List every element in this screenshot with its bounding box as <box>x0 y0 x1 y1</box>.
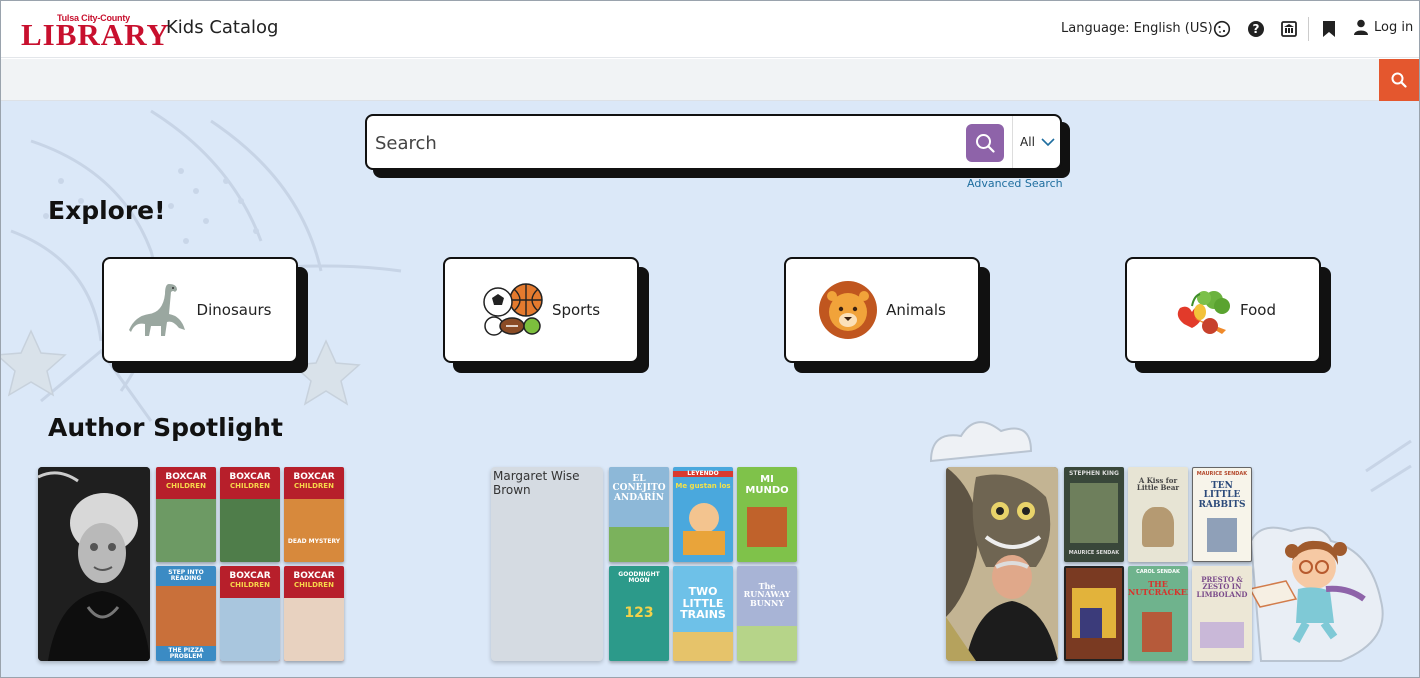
login-button[interactable]: Log in <box>1354 19 1413 35</box>
category-card-food[interactable]: Food <box>1125 257 1331 373</box>
category-card-animals[interactable]: Animals <box>784 257 990 373</box>
explore-heading: Explore! <box>48 196 166 225</box>
author-photo <box>38 467 150 661</box>
author-portrait-alt: Margaret Wise Brown <box>493 469 580 497</box>
search-scope-value: All <box>1020 135 1035 149</box>
book-cover-text: CHILDREN <box>166 482 206 490</box>
vegetables-icon <box>1177 291 1230 334</box>
book-cover-text: GOODNIGHT MOON <box>618 571 660 585</box>
author-photo <box>946 467 1058 661</box>
book-cover[interactable]: MI MUNDO <box>737 467 797 562</box>
advanced-search-link[interactable]: Advanced Search <box>967 177 1063 190</box>
book-cover-text: CHILDREN <box>294 482 334 490</box>
card-body: Animals <box>784 257 980 363</box>
app-title: Kids Catalog <box>166 17 279 38</box>
secondary-toolbar <box>1 59 1419 101</box>
library-logo[interactable]: Tulsa City-County LIBRARY <box>19 7 169 52</box>
toolbar-search-button[interactable] <box>1379 59 1419 101</box>
card-body: Dinosaurs <box>102 257 298 363</box>
book-cover-text: 123 <box>624 605 654 621</box>
card-body: Sports <box>443 257 639 363</box>
sports-balls-icon <box>483 283 543 336</box>
book-cover-text: Me gustan los <box>675 482 731 490</box>
book-cover-text: EL CONEJITO ANDARÍN <box>612 474 666 503</box>
logo-big-text: LIBRARY <box>21 17 170 52</box>
cookie-icon[interactable] <box>1212 19 1232 39</box>
header-divider <box>1308 17 1309 41</box>
login-label: Log in <box>1374 19 1414 35</box>
search-box: All <box>365 114 1062 170</box>
chevron-down-icon <box>1041 137 1055 146</box>
book-cover[interactable]: BOXCAR CHILDREN DEAD MYSTERY <box>284 467 344 562</box>
category-label: Food <box>1240 301 1276 319</box>
book-cover[interactable]: LEYENDO Me gustan los <box>673 467 733 562</box>
book-cover[interactable]: A Kiss for Little Bear <box>1128 467 1188 562</box>
search-bar: All <box>365 114 1070 178</box>
category-label: Dinosaurs <box>196 301 272 319</box>
book-cover-text: THE PIZZA PROBLEM <box>168 647 204 661</box>
book-cover-text: MI MUNDO <box>745 474 789 496</box>
author-spotlight-heading: Author Spotlight <box>48 413 283 442</box>
book-cover[interactable]: CAROL SENDAK THE NUTCRACKER <box>1128 566 1188 661</box>
svg-text:?: ? <box>1253 22 1260 36</box>
book-cover[interactable]: GOODNIGHT MOON 123 <box>609 566 669 661</box>
book-cover[interactable]: TWO LITTLE TRAINS <box>673 566 733 661</box>
book-cover-text: MAURICE SENDAK <box>1068 550 1120 556</box>
book-cover-text: PRESTO & ZESTO IN LIMBOLAND <box>1196 575 1248 599</box>
book-cover[interactable]: BOXCAR CHILDREN <box>220 467 280 562</box>
book-cover[interactable]: The RUNAWAY BUNNY <box>737 566 797 661</box>
search-button[interactable] <box>966 124 1004 162</box>
book-cover[interactable] <box>1064 566 1124 661</box>
category-card-sports[interactable]: Sports <box>443 257 649 373</box>
book-cover-text: The RUNAWAY BUNNY <box>743 581 791 608</box>
category-card-dinosaurs[interactable]: Dinosaurs <box>102 257 308 373</box>
book-cover-text: MAURICE SENDAK <box>1196 471 1248 477</box>
search-icon <box>1391 72 1407 88</box>
author-portrait[interactable] <box>946 467 1058 661</box>
book-cover-text: LEYENDO <box>673 470 733 478</box>
book-cover-text: CHILDREN <box>230 482 270 490</box>
card-body: Food <box>1125 257 1321 363</box>
book-cover[interactable]: BOXCAR CHILDREN <box>220 566 280 661</box>
book-cover[interactable]: PRESTO & ZESTO IN LIMBOLAND <box>1192 566 1252 661</box>
category-label: Animals <box>886 301 946 319</box>
book-cover[interactable]: EL CONEJITO ANDARÍN <box>609 467 669 562</box>
book-cover-text: CAROL SENDAK <box>1136 569 1180 575</box>
library-building-icon[interactable] <box>1279 19 1299 39</box>
dinosaur-icon <box>128 284 185 336</box>
author-portrait-broken[interactable]: Margaret Wise Brown <box>491 467 603 661</box>
book-cover-text: THE NUTCRACKER <box>1128 579 1188 598</box>
book-cover-text: DEAD MYSTERY <box>287 538 341 545</box>
category-label: Sports <box>551 301 601 319</box>
main-content: All Advanced Search Explore! Dinosaurs <box>1 101 1419 677</box>
author-portrait[interactable] <box>38 467 150 661</box>
help-icon[interactable]: ? <box>1246 19 1266 39</box>
book-cover-text: STEPHEN KING <box>1069 470 1119 477</box>
book-cover-text: STEP INTO READING <box>168 569 204 583</box>
language-selector[interactable]: Language: English (US) <box>1061 21 1213 36</box>
page-frame: Tulsa City-County LIBRARY Kids Catalog L… <box>0 0 1420 678</box>
book-cover-text: TWO LITTLE TRAINS <box>680 585 726 622</box>
search-icon <box>976 134 995 153</box>
book-cover-text: A Kiss for Little Bear <box>1136 476 1180 493</box>
book-cover-text: TEN LITTLE RABBITS <box>1198 481 1246 510</box>
search-scope-dropdown[interactable]: All <box>1012 116 1062 168</box>
book-cover[interactable]: STEPHEN KING MAURICE SENDAK <box>1064 467 1124 562</box>
user-icon <box>1354 19 1368 35</box>
book-cover[interactable]: BOXCAR CHILDREN <box>284 566 344 661</box>
book-cover[interactable]: MAURICE SENDAK TEN LITTLE RABBITS <box>1192 467 1252 562</box>
lion-icon <box>819 281 878 339</box>
book-cover-text: CHILDREN <box>294 581 334 589</box>
search-input[interactable] <box>375 126 955 160</box>
header: Tulsa City-County LIBRARY Kids Catalog L… <box>1 1 1419 58</box>
bookmark-icon[interactable] <box>1319 19 1339 39</box>
book-cover-text: CHILDREN <box>230 581 270 589</box>
book-cover[interactable]: STEP INTO READING THE PIZZA PROBLEM <box>156 566 216 661</box>
book-cover[interactable]: BOXCAR CHILDREN <box>156 467 216 562</box>
